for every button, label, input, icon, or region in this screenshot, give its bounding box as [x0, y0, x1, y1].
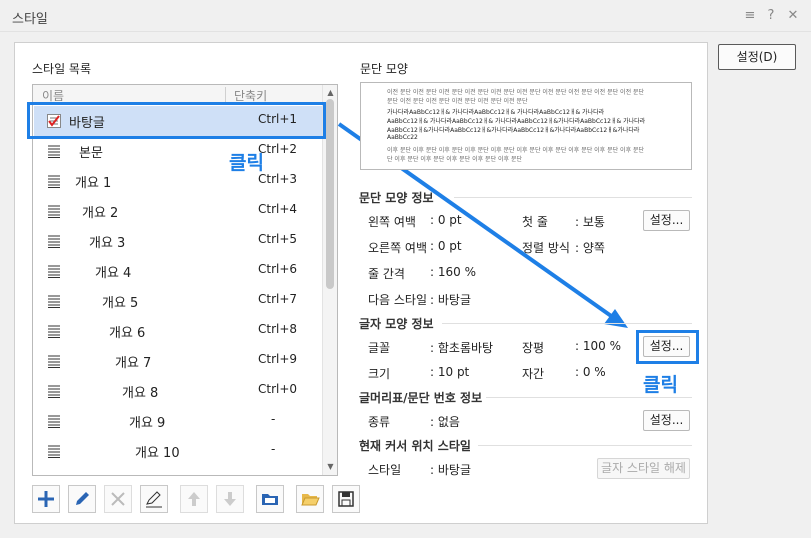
right-margin-value: : 0 pt — [430, 239, 462, 253]
spacing-value: : 0 % — [575, 365, 606, 379]
preview-line: 이후 문단 이후 문단 이후 문단 이후 문단 이후 문단 이후 문단 이후 문… — [387, 147, 645, 154]
preview-line: AaBbCc12ㅐ& 가나다라AaBbCc12ㅐ& 가나다라AaBbCc12ㅐ&… — [387, 118, 646, 125]
edit-style-button[interactable] — [68, 485, 96, 513]
size-label: 크기 — [368, 367, 391, 381]
first-line-label: 첫 줄 — [522, 215, 548, 229]
cursor-style-title: 현재 커서 위치 스타일 — [359, 439, 471, 453]
char-info-title: 글자 모양 정보 — [359, 317, 434, 331]
para-settings-button[interactable]: 설정... — [643, 210, 690, 231]
preview-line: 이전 문단 이전 문단 이전 문단 이전 문단 이전 문단 이전 문단 이전 문… — [387, 89, 645, 96]
width-value: : 100 % — [575, 339, 621, 353]
folder-icon — [262, 494, 278, 505]
move-down-button[interactable] — [216, 485, 244, 513]
annotation-arrow — [337, 122, 628, 328]
para-info-title: 문단 모양 정보 — [359, 191, 434, 205]
cursor-style-label: 스타일 — [368, 463, 402, 477]
open-folder-icon — [301, 494, 320, 506]
size-value: : 10 pt — [430, 365, 470, 379]
save-icon — [338, 491, 354, 507]
pencil-icon — [76, 492, 89, 505]
preview-line: 단 이후 문단 이후 문단 이후 문단 이후 문단 이후 문단 — [387, 156, 522, 163]
preview-line: 문단 이전 문단 이전 문단 이전 문단 이전 문단 이전 문단 — [387, 98, 528, 105]
left-margin-value: : 0 pt — [430, 213, 462, 227]
pen-edit-icon — [146, 491, 162, 508]
align-value: : 양쪽 — [575, 241, 605, 255]
bullet-kind-label: 종류 — [368, 415, 391, 429]
annotation-click-label: 클릭 — [643, 374, 678, 396]
bullet-settings-button[interactable]: 설정... — [643, 410, 690, 431]
cursor-style-value: : 바탕글 — [430, 463, 471, 477]
clear-char-style-button[interactable]: 글자 스타일 해제 — [597, 458, 690, 479]
divider — [478, 445, 692, 446]
save-style-button[interactable] — [332, 485, 360, 513]
left-margin-label: 왼쪽 여백 — [368, 215, 416, 229]
divider — [442, 323, 692, 324]
bullet-kind-value: : 없음 — [430, 415, 460, 429]
spacing-label: 자간 — [522, 367, 545, 381]
line-spacing-value: : 160 % — [430, 265, 476, 279]
right-margin-label: 오른쪽 여백 — [368, 241, 428, 255]
plus-icon — [38, 491, 54, 507]
annotation-highlight-button — [636, 330, 699, 364]
next-style-value: : 바탕글 — [430, 293, 471, 307]
preview-label: 문단 모양 — [360, 62, 408, 76]
preview-line: 가나다라AaBbCc12ㅐ& 가나다라AaBbCc12ㅐ& 가나다라AaBbCc… — [387, 109, 605, 116]
align-label: 정렬 방식 — [522, 241, 570, 255]
preview-line: AaBbCc22 — [387, 134, 418, 141]
next-style-label: 다음 스타일 — [368, 293, 428, 307]
delete-x-icon — [111, 492, 125, 506]
font-label: 글꼴 — [368, 341, 391, 355]
divider — [486, 397, 692, 398]
divider — [454, 197, 692, 198]
first-line-value: : 보통 — [575, 215, 605, 229]
arrow-up-icon — [188, 492, 200, 506]
delete-style-button[interactable] — [104, 485, 132, 513]
line-spacing-label: 줄 간격 — [368, 267, 405, 281]
paragraph-preview: 이전 문단 이전 문단 이전 문단 이전 문단 이전 문단 이전 문단 이전 문… — [360, 82, 692, 170]
open-folder-button[interactable] — [296, 485, 324, 513]
add-style-button[interactable] — [32, 485, 60, 513]
width-label: 장평 — [522, 341, 545, 355]
font-value: : 함초롬바탕 — [430, 341, 494, 355]
bullet-info-title: 글머리표/문단 번호 정보 — [359, 391, 483, 405]
arrow-down-icon — [224, 492, 236, 506]
preview-line: AaBbCc12ㅐ&가나다라AaBbCc12ㅐ&가나다라AaBbCc12ㅐ&가나… — [387, 127, 640, 134]
import-style-button[interactable] — [256, 485, 284, 513]
style-replace-button[interactable] — [140, 485, 168, 513]
move-up-button[interactable] — [180, 485, 208, 513]
